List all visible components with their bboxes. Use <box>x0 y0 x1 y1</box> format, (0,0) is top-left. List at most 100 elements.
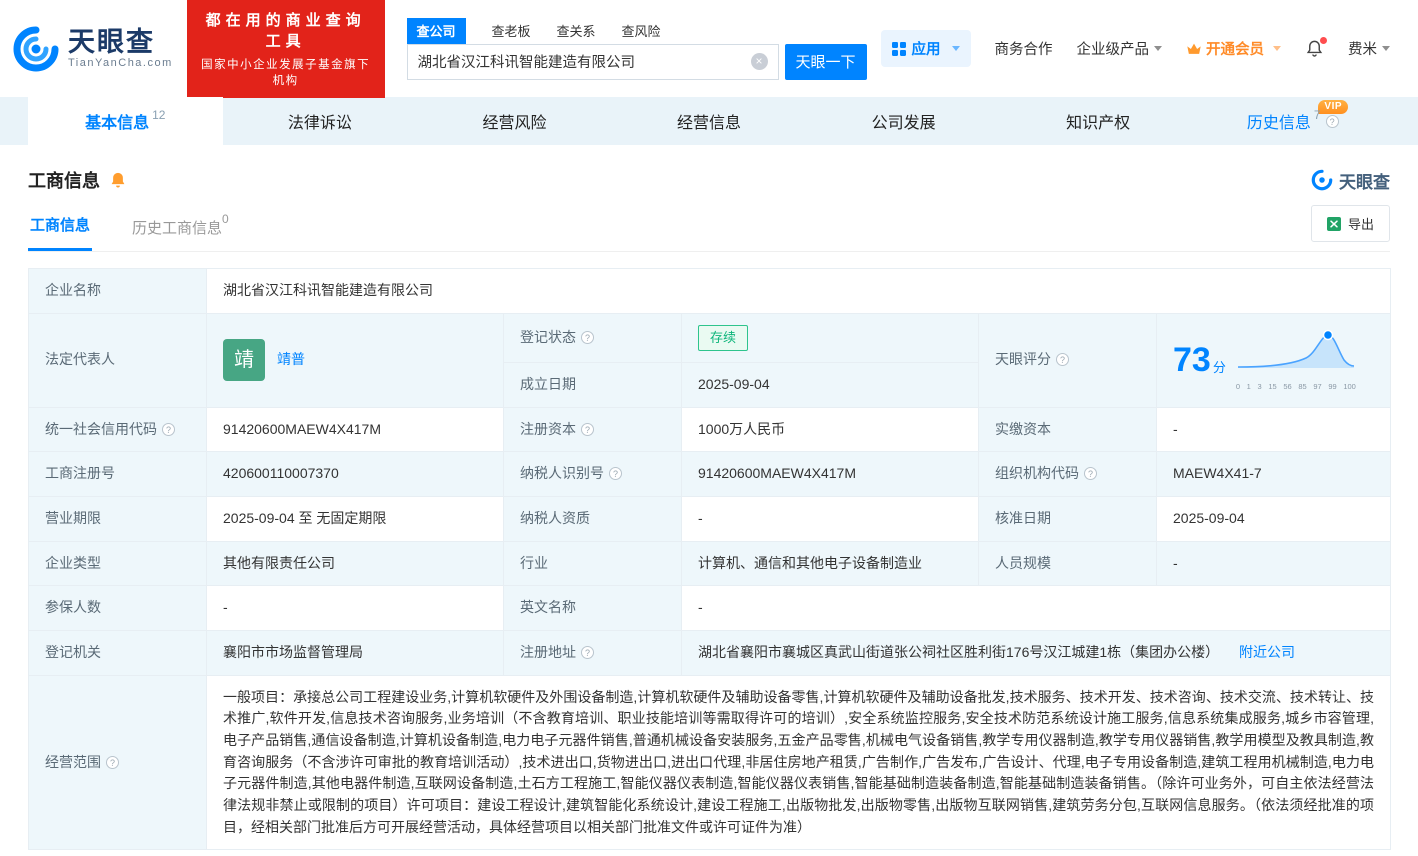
help-icon[interactable]: ? <box>581 423 594 436</box>
help-icon[interactable]: ? <box>609 467 622 480</box>
row-business-term: 营业期限 2025-09-04 至 无固定期限 纳税人资质 - 核准日期 202… <box>29 496 1391 541</box>
legal-rep-name-link[interactable]: 靖普 <box>277 349 305 371</box>
export-button-label: 导出 <box>1348 214 1374 233</box>
score-axis-tick: 15 <box>1268 381 1276 393</box>
tab-company-development[interactable]: 公司发展 <box>806 97 1001 145</box>
search-input-wrap: × <box>407 44 779 80</box>
search-tab-relation[interactable]: 查关系 <box>557 21 596 44</box>
top-header: 天眼查 TianYanCha.com 都在用的商业查询工具 国家中小企业发展子基… <box>0 0 1418 97</box>
score-value-cell: 73 分 0 1 3 <box>1157 313 1391 407</box>
score-axis-tick: 85 <box>1298 381 1306 393</box>
score-unit: 分 <box>1213 361 1226 374</box>
notification-bell-icon[interactable] <box>1305 39 1324 58</box>
insured-count-value: - <box>207 586 504 631</box>
score-axis-tick: 56 <box>1283 381 1291 393</box>
tab-operation-risk[interactable]: 经营风险 <box>417 97 612 145</box>
menu-business-cooperation[interactable]: 商务合作 <box>995 38 1053 59</box>
help-icon[interactable]: ? <box>162 423 175 436</box>
staff-size-label: 人员规模 <box>979 541 1157 586</box>
taxpayer-qualification-label: 纳税人资质 <box>504 496 682 541</box>
promo-line2: 国家中小企业发展子基金旗下机构 <box>200 56 372 88</box>
search-tab-risk[interactable]: 查风险 <box>622 21 661 44</box>
approval-date-label: 核准日期 <box>979 496 1157 541</box>
score-box[interactable]: 73 分 0 1 3 <box>1173 327 1374 392</box>
menu-enterprise-products[interactable]: 企业级产品 <box>1077 38 1163 59</box>
company-name-label: 企业名称 <box>29 269 207 314</box>
search-tabs: 查公司 查老板 查关系 查风险 <box>407 18 867 44</box>
subscribe-bell-icon[interactable] <box>109 171 127 189</box>
tab-legal-lawsuits[interactable]: 法律诉讼 <box>223 97 418 145</box>
apps-menu-button[interactable]: 应用 <box>881 30 971 67</box>
chevron-down-icon <box>1154 46 1162 51</box>
company-search-input[interactable] <box>418 54 751 70</box>
header-menu: 应用 商务合作 企业级产品 开通会员 费米 <box>881 30 1391 67</box>
chevron-down-icon <box>1273 46 1281 51</box>
chevron-down-icon <box>952 46 960 51</box>
row-reg-number: 工商注册号 420600110007370 纳税人识别号? 91420600MA… <box>29 452 1391 497</box>
help-icon[interactable]: ? <box>581 646 594 659</box>
credit-code-value: 91420600MAEW4X417M <box>207 407 504 452</box>
help-icon[interactable]: ? <box>581 331 594 344</box>
tab-history-info[interactable]: VIP 历史信息 7 ? <box>1195 97 1390 145</box>
tab-intellectual-property-label: 知识产权 <box>1066 109 1130 133</box>
subtab-history-business-info[interactable]: 历史工商信息0 <box>130 208 231 251</box>
clear-search-icon[interactable]: × <box>751 53 768 70</box>
search-area: 查公司 查老板 查关系 查风险 × 天眼一下 <box>407 18 867 80</box>
help-icon[interactable]: ? <box>106 756 119 769</box>
taxpayer-qualification-value: - <box>682 496 979 541</box>
subtab-business-info[interactable]: 工商信息 <box>28 206 92 251</box>
tianyancha-logo[interactable]: 天眼查 TianYanCha.com <box>12 25 173 73</box>
tab-operation-info[interactable]: 经营信息 <box>612 97 807 145</box>
row-company-type: 企业类型 其他有限责任公司 行业 计算机、通信和其他电子设备制造业 人员规模 - <box>29 541 1391 586</box>
business-info-table: 企业名称 湖北省汉江科讯智能建造有限公司 法定代表人 靖 靖普 登记状态? 存续 <box>28 268 1391 850</box>
score-axis-tick: 97 <box>1313 381 1321 393</box>
tab-history-info-count: 7 <box>1314 108 1321 122</box>
menu-enterprise-label: 企业级产品 <box>1077 38 1150 59</box>
reg-address-value: 湖北省襄阳市襄城区真武山街道张公祠社区胜利街176号汉江城建1栋（集团办公楼） … <box>682 630 1391 675</box>
logo-swirl-icon <box>1311 169 1333 191</box>
industry-label: 行业 <box>504 541 682 586</box>
tab-basic-info-count: 12 <box>152 108 165 122</box>
promo-banner: 都在用的商业查询工具 国家中小企业发展子基金旗下机构 <box>187 0 385 98</box>
promo-line1: 都在用的商业查询工具 <box>200 9 372 51</box>
company-type-label: 企业类型 <box>29 541 207 586</box>
taxpayer-id-value: 91420600MAEW4X417M <box>682 452 979 497</box>
status-badge: 存续 <box>698 325 748 351</box>
score-curve <box>1236 327 1356 373</box>
search-tab-boss[interactable]: 查老板 <box>492 21 531 44</box>
legal-rep-label: 法定代表人 <box>29 313 207 407</box>
legal-rep-avatar[interactable]: 靖 <box>223 339 265 381</box>
row-legal-rep: 法定代表人 靖 靖普 登记状态? 存续 天眼评分? <box>29 313 1391 362</box>
help-icon[interactable]: ? <box>1056 353 1069 366</box>
logo-title: 天眼查 <box>68 28 173 58</box>
user-menu[interactable]: 费米 <box>1348 38 1390 59</box>
score-axis-tick: 3 <box>1258 381 1262 393</box>
help-icon[interactable]: ? <box>1326 115 1339 128</box>
reg-number-value: 420600110007370 <box>207 452 504 497</box>
vip-badge: VIP <box>1318 100 1348 114</box>
tab-intellectual-property[interactable]: 知识产权 <box>1001 97 1196 145</box>
nearby-companies-link[interactable]: 附近公司 <box>1239 644 1295 660</box>
help-icon[interactable]: ? <box>1084 467 1097 480</box>
row-company-name: 企业名称 湖北省汉江科讯智能建造有限公司 <box>29 269 1391 314</box>
score-axis-tick: 0 <box>1236 381 1240 393</box>
logo-swirl-icon <box>12 25 60 73</box>
excel-icon <box>1327 217 1341 231</box>
tab-operation-risk-label: 经营风险 <box>482 109 546 133</box>
search-button[interactable]: 天眼一下 <box>785 44 867 80</box>
tab-basic-info[interactable]: 基本信息 12 <box>28 97 223 145</box>
notification-red-dot <box>1320 37 1327 44</box>
business-term-label: 营业期限 <box>29 496 207 541</box>
reg-capital-value: 1000万人民币 <box>682 407 979 452</box>
legal-rep-value: 靖 靖普 <box>207 313 504 407</box>
section-title-row: 工商信息 <box>28 167 127 193</box>
score-number: 73 <box>1173 343 1211 377</box>
export-button[interactable]: 导出 <box>1311 205 1390 242</box>
apps-grid-icon <box>892 42 906 56</box>
menu-open-vip[interactable]: 开通会员 <box>1186 38 1281 59</box>
row-credit-code: 统一社会信用代码? 91420600MAEW4X417M 注册资本? 1000万… <box>29 407 1391 452</box>
search-tab-company[interactable]: 查公司 <box>407 18 466 44</box>
subtab-history-label: 历史工商信息 <box>132 220 222 237</box>
score-axis-tick: 99 <box>1328 381 1336 393</box>
business-term-value: 2025-09-04 至 无固定期限 <box>207 496 504 541</box>
